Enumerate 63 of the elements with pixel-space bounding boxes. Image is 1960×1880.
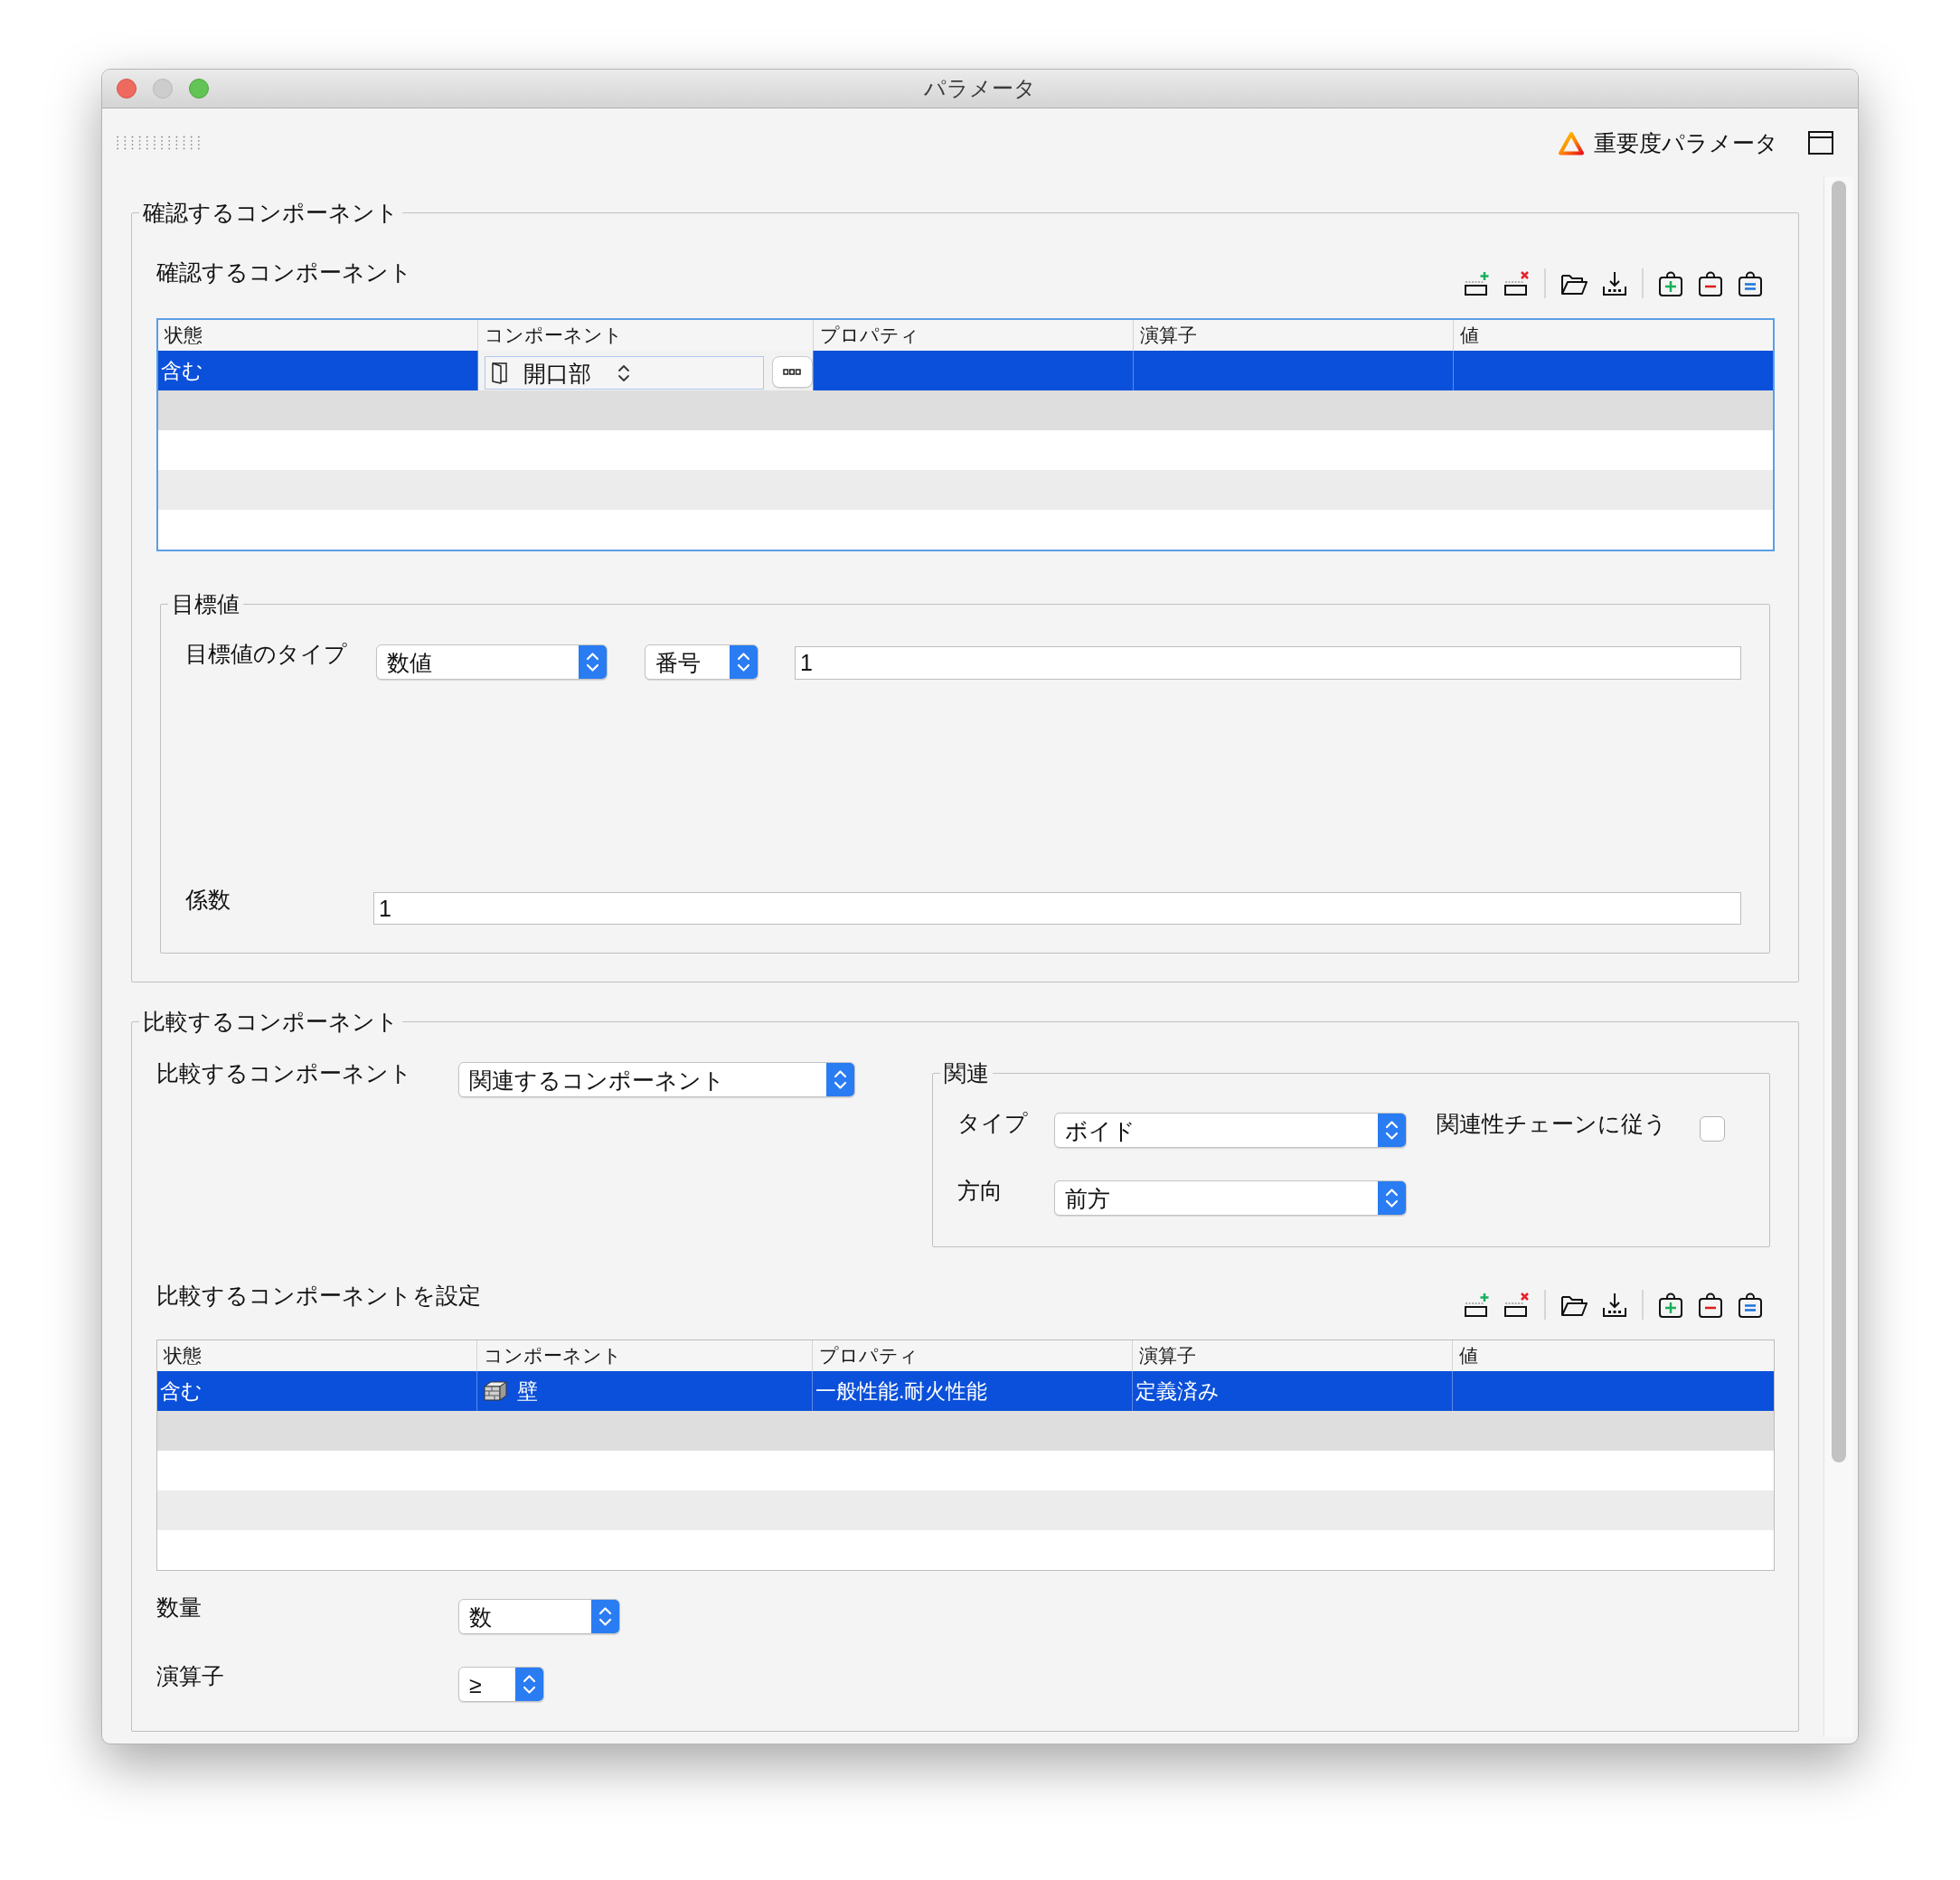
chevron-up-down-icon (826, 1063, 854, 1096)
table-cell-text: 含む (159, 1378, 203, 1405)
chevron-up-down-icon (579, 645, 607, 679)
table-row[interactable]: 含む 壁 一般性能.耐火性能 定義済み (157, 1371, 1774, 1411)
chevron-up-down-icon (1378, 1181, 1406, 1215)
warning-icon (1558, 130, 1585, 155)
bag-minus-icon[interactable] (1698, 270, 1723, 296)
column-header[interactable]: 状態 (157, 1340, 476, 1371)
group-title: 比較するコンポーネント (142, 1008, 400, 1036)
chevron-up-down-icon (1378, 1114, 1406, 1147)
dropdown[interactable]: 数値 (376, 644, 608, 680)
dropdown[interactable]: 番号 (645, 644, 759, 680)
scrollbar-thumb[interactable] (1832, 181, 1846, 1462)
text-field[interactable]: 1 (373, 892, 1741, 925)
group-title: 関連 (943, 1059, 990, 1087)
field-label: 比較するコンポーネント (156, 1060, 412, 1086)
download-icon[interactable] (1602, 270, 1627, 296)
section-label: 比較するコンポーネントを設定 (156, 1282, 481, 1309)
table-cell-text: 壁 (517, 1378, 538, 1405)
bag-plus-icon[interactable] (1658, 270, 1683, 296)
download-icon[interactable] (1602, 1292, 1627, 1318)
dropdown[interactable]: 数 (458, 1599, 620, 1634)
chevron-up-down-icon (515, 1668, 543, 1701)
ellipsis-icon (783, 369, 802, 375)
checkbox-label: 関連性チェーンに従う (1437, 1110, 1667, 1137)
dropdown[interactable]: ボイド (1054, 1113, 1407, 1148)
field-label: 数量 (156, 1594, 202, 1620)
brick-icon (484, 1381, 507, 1401)
column-header[interactable]: 状態 (158, 320, 477, 351)
grip-icon[interactable] (117, 136, 200, 150)
checkbox[interactable] (1700, 1116, 1725, 1142)
close-button[interactable] (117, 79, 137, 99)
add-row-icon[interactable] (1465, 1292, 1490, 1318)
dropdown[interactable]: 前方 (1054, 1180, 1407, 1216)
bag-minus-icon[interactable] (1698, 1292, 1723, 1318)
group-title: 確認するコンポーネント (142, 199, 400, 227)
field-label: 係数 (185, 887, 231, 912)
section-label: 確認するコンポーネント (156, 258, 412, 286)
add-row-icon[interactable] (1465, 270, 1490, 296)
up-down-chevron-icon (617, 362, 630, 383)
more-button[interactable] (771, 356, 813, 388)
window-title: パラメータ (924, 75, 1036, 102)
window-icon[interactable] (1808, 131, 1833, 155)
dropdown[interactable]: 関連するコンポーネント (458, 1062, 855, 1097)
bag-plus-icon[interactable] (1658, 1292, 1683, 1318)
field-label: タイプ (957, 1110, 1028, 1135)
delete-row-icon[interactable] (1504, 1292, 1530, 1318)
text-field[interactable]: 1 (795, 646, 1741, 680)
field-label: 方向 (957, 1178, 1003, 1203)
door-icon (492, 362, 508, 384)
field-label: 演算子 (156, 1663, 224, 1688)
combo-box[interactable]: 開口部 (485, 356, 764, 390)
field-label: 目標値のタイプ (185, 641, 347, 666)
group-title: 目標値 (171, 590, 240, 618)
bag-equals-icon[interactable] (1738, 1292, 1763, 1318)
toolbar-button[interactable]: 重要度パラメータ (1558, 129, 1778, 156)
delete-row-icon[interactable] (1504, 270, 1530, 296)
chevron-up-down-icon (591, 1600, 619, 1633)
table-cell-text: 含む (160, 358, 204, 384)
bag-equals-icon[interactable] (1738, 270, 1763, 296)
dropdown[interactable]: ≥ (458, 1667, 544, 1702)
table-row[interactable]: 含む 開口部 (158, 351, 1773, 390)
chevron-up-down-icon (730, 645, 758, 679)
